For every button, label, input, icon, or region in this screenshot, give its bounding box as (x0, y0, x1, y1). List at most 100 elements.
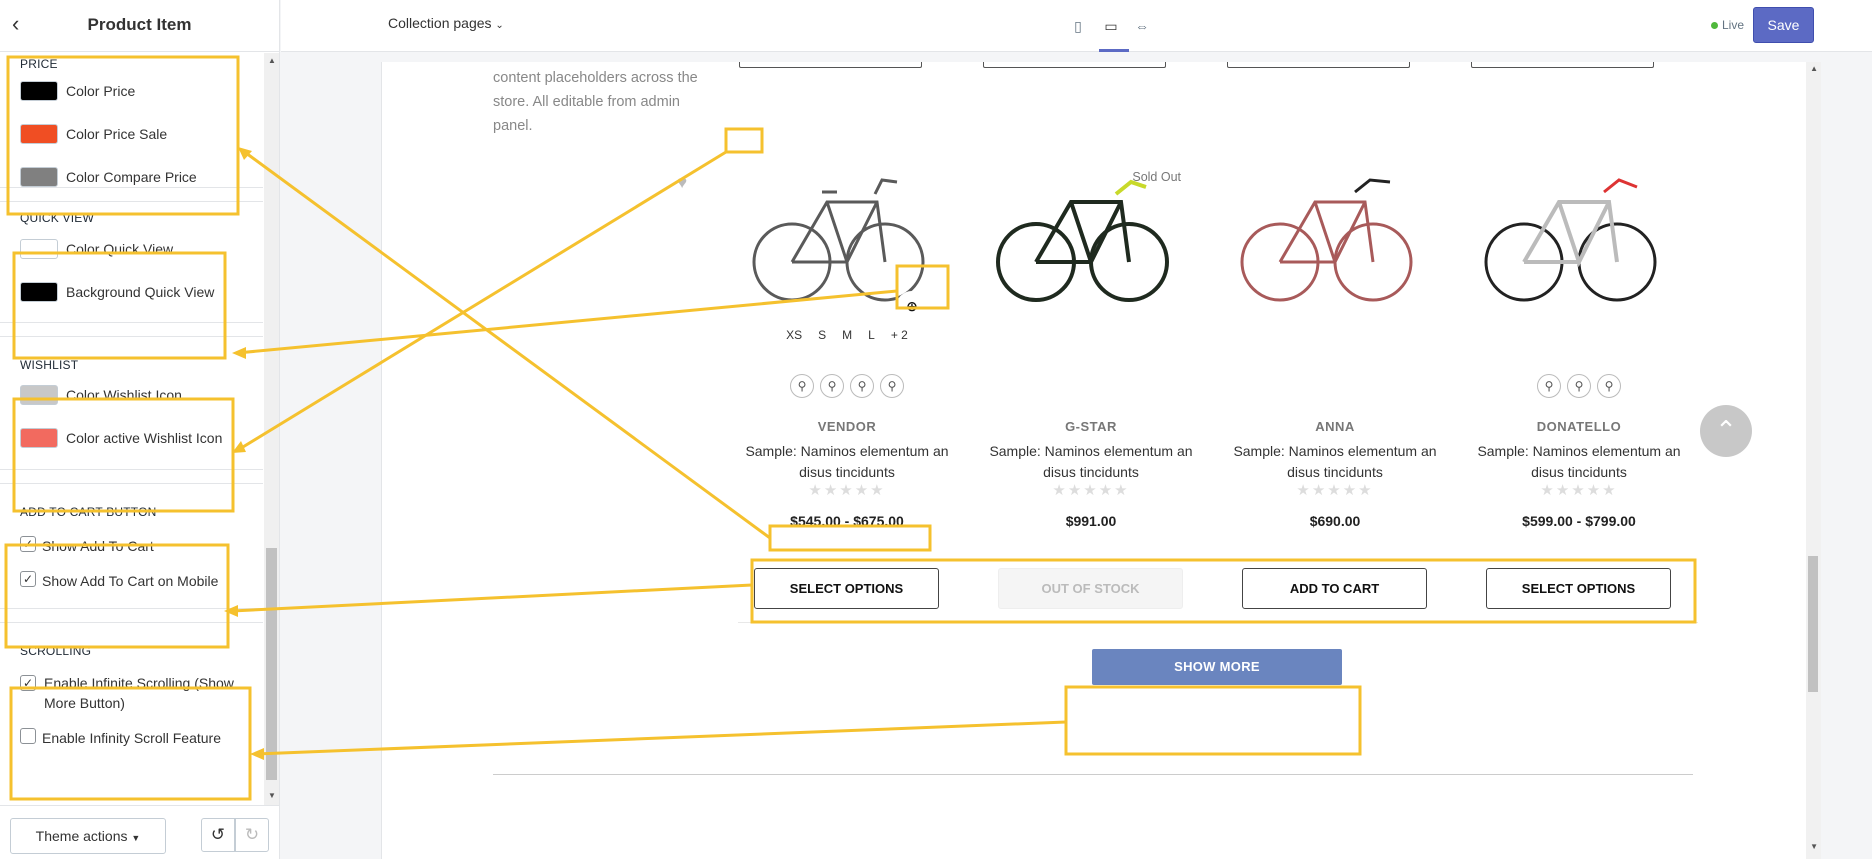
size-option[interactable]: XS (786, 328, 802, 342)
variant-swatches[interactable]: ⚲ ⚲ ⚲ ⚲ (732, 374, 962, 398)
product-card[interactable]: ⚲ ⚲ ⚲ DONATELLO Sample: Naminos elementum … (1464, 62, 1694, 632)
theme-actions-label: Theme actions (35, 828, 128, 844)
bike-swatch-icon[interactable]: ⚲ (880, 374, 904, 398)
section-heading: ADD TO CART BUTTON (20, 505, 157, 519)
collection-pages-dropdown[interactable]: Collection pages ⌄ (388, 15, 504, 31)
background-quick-view-setting[interactable]: Background Quick View (20, 282, 214, 302)
undo-icon[interactable]: ↺ (201, 818, 235, 852)
chevron-left-icon[interactable]: ‹ (12, 13, 34, 36)
bike-swatch-icon[interactable]: ⚲ (790, 374, 814, 398)
bike-swatch-icon[interactable]: ⚲ (850, 374, 874, 398)
bike-swatch-icon[interactable]: ⚲ (820, 374, 844, 398)
star-rating: ★★★★★ (1052, 482, 1130, 499)
scroll-up-arrow-icon[interactable]: ▲ (1810, 64, 1818, 73)
storefront-preview: content placeholders across the store. A… (381, 62, 1821, 859)
product-vendor[interactable]: G-STAR (976, 419, 1206, 434)
checkmark-icon[interactable]: ✓ (20, 536, 36, 552)
bicycle-image[interactable] (1235, 132, 1415, 332)
checkbox-label: Enable Infinite Scrolling (Show More But… (44, 675, 234, 711)
wishlist-section: WISHLIST Color Wishlist Icon Color activ… (0, 336, 263, 470)
checkbox-empty[interactable] (20, 728, 36, 744)
product-card[interactable]: Sold Out G-STAR Sample: Naminos elementu… (976, 62, 1206, 632)
color-swatch[interactable] (20, 81, 58, 101)
live-label: Live (1722, 18, 1745, 32)
scroll-up-arrow-icon[interactable]: ▲ (268, 56, 276, 65)
setting-label: Color active Wishlist Icon (66, 430, 223, 446)
bicycle-image[interactable] (1479, 132, 1659, 332)
back-to-top-icon[interactable]: ⌃ (1700, 405, 1752, 457)
product-vendor[interactable]: ANNA (1220, 419, 1450, 434)
color-swatch[interactable] (20, 385, 58, 405)
show-more-button[interactable]: SHOW MORE (1092, 649, 1342, 685)
scrolling-section: SCROLLING ✓ Enable Infinite Scrolling (Sh… (0, 622, 263, 805)
size-options[interactable]: XS S M L + 2 (732, 328, 962, 342)
size-option[interactable]: + 2 (891, 328, 908, 342)
setting-label: Color Price (66, 83, 136, 99)
mobile-icon[interactable]: ▯ (1066, 15, 1090, 37)
scroll-down-arrow-icon[interactable]: ▼ (268, 791, 276, 800)
color-active-wishlist-icon-setting[interactable]: Color active Wishlist Icon (20, 428, 222, 448)
color-wishlist-icon-setting[interactable]: Color Wishlist Icon (20, 385, 182, 405)
size-option[interactable]: S (818, 328, 826, 342)
previous-row-button-edge (739, 62, 922, 68)
live-dot-icon (1711, 22, 1718, 29)
sidebar-title: Product Item (87, 15, 192, 34)
bike-swatch-icon[interactable]: ⚲ (1597, 374, 1621, 398)
infinite-scrolling-checkbox[interactable]: ✓ Enable Infinite Scrolling (Show More Bu… (20, 673, 240, 713)
sidebar-scrollbar-thumb[interactable] (266, 548, 277, 780)
product-vendor[interactable]: DONATELLO (1464, 419, 1694, 434)
variant-swatches[interactable]: ⚲ ⚲ ⚲ (1464, 374, 1694, 398)
bike-swatch-icon[interactable]: ⚲ (1537, 374, 1561, 398)
color-swatch[interactable] (20, 239, 58, 259)
infinity-scroll-feature-checkbox[interactable]: Enable Infinity Scroll Feature (20, 728, 221, 748)
theme-actions-button[interactable]: Theme actions ▼ (10, 818, 166, 854)
section-heading: WISHLIST (20, 358, 79, 372)
show-add-to-cart-checkbox[interactable]: ✓ Show Add To Cart (20, 536, 154, 556)
product-card[interactable]: XS S M L + 2 ⚲ ⚲ ⚲ ⚲ VENDOR Sample: Naminos ele… (732, 62, 962, 632)
show-add-to-cart-mobile-checkbox[interactable]: ✓ Show Add To Cart on Mobile (20, 571, 218, 591)
product-card[interactable]: ANNA Sample: Naminos elementum an disus … (1220, 62, 1450, 632)
out-of-stock-button: OUT OF STOCK (998, 568, 1183, 609)
product-name[interactable]: Sample: Naminos elementum an disus tinci… (1220, 441, 1450, 483)
product-name[interactable]: Sample: Naminos elementum an disus tinci… (976, 441, 1206, 483)
section-heading: SCROLLING (20, 644, 92, 658)
save-button[interactable]: Save (1753, 7, 1814, 43)
color-swatch[interactable] (20, 167, 58, 187)
bike-swatch-icon[interactable]: ⚲ (1567, 374, 1591, 398)
product-name[interactable]: Sample: Naminos elementum an disus tinci… (732, 441, 962, 483)
checkmark-icon[interactable]: ✓ (20, 675, 36, 691)
live-status: Live (1711, 18, 1744, 32)
product-vendor[interactable]: VENDOR (732, 419, 962, 434)
page-selector-label: Collection pages (388, 15, 492, 31)
redo-icon[interactable]: ↻ (235, 818, 269, 852)
desktop-icon[interactable]: ▭ (1099, 15, 1123, 37)
checkbox-label: Show Add To Cart (42, 538, 154, 554)
sidebar-header: ‹ Product Item (0, 0, 279, 52)
size-option[interactable]: M (842, 328, 852, 342)
color-price-setting[interactable]: Color Price (20, 81, 135, 101)
preview-scrollbar-thumb[interactable] (1808, 556, 1818, 692)
add-to-cart-button[interactable]: ADD TO CART (1242, 568, 1427, 609)
color-quick-view-setting[interactable]: Color Quick View (20, 239, 173, 259)
heart-icon[interactable]: ♥ (677, 173, 687, 193)
scroll-down-arrow-icon[interactable]: ▼ (1810, 842, 1818, 851)
price-section: PRICE Color Price Color Price Sale Color… (0, 53, 263, 188)
product-name[interactable]: Sample: Naminos elementum an disus tinci… (1464, 441, 1694, 483)
color-swatch[interactable] (20, 428, 58, 448)
product-price: $690.00 (1309, 513, 1361, 529)
select-options-button[interactable]: SELECT OPTIONS (1486, 568, 1671, 609)
setting-label: Color Quick View (66, 241, 174, 257)
color-swatch[interactable] (20, 282, 58, 302)
color-compare-price-setting[interactable]: Color Compare Price (20, 167, 197, 187)
product-price: $545.00 - $675.00 (790, 513, 904, 529)
color-price-sale-setting[interactable]: Color Price Sale (20, 124, 167, 144)
bicycle-image[interactable] (991, 132, 1171, 332)
checkbox-label: Show Add To Cart on Mobile (42, 573, 219, 589)
fullscreen-icon[interactable]: ⇔ (1130, 15, 1154, 37)
preview-scrollbar[interactable] (1806, 62, 1821, 859)
size-option[interactable]: L (868, 328, 875, 342)
zoom-icon[interactable]: ⊕ (896, 291, 928, 323)
color-swatch[interactable] (20, 124, 58, 144)
select-options-button[interactable]: SELECT OPTIONS (754, 568, 939, 609)
checkmark-icon[interactable]: ✓ (20, 571, 36, 587)
